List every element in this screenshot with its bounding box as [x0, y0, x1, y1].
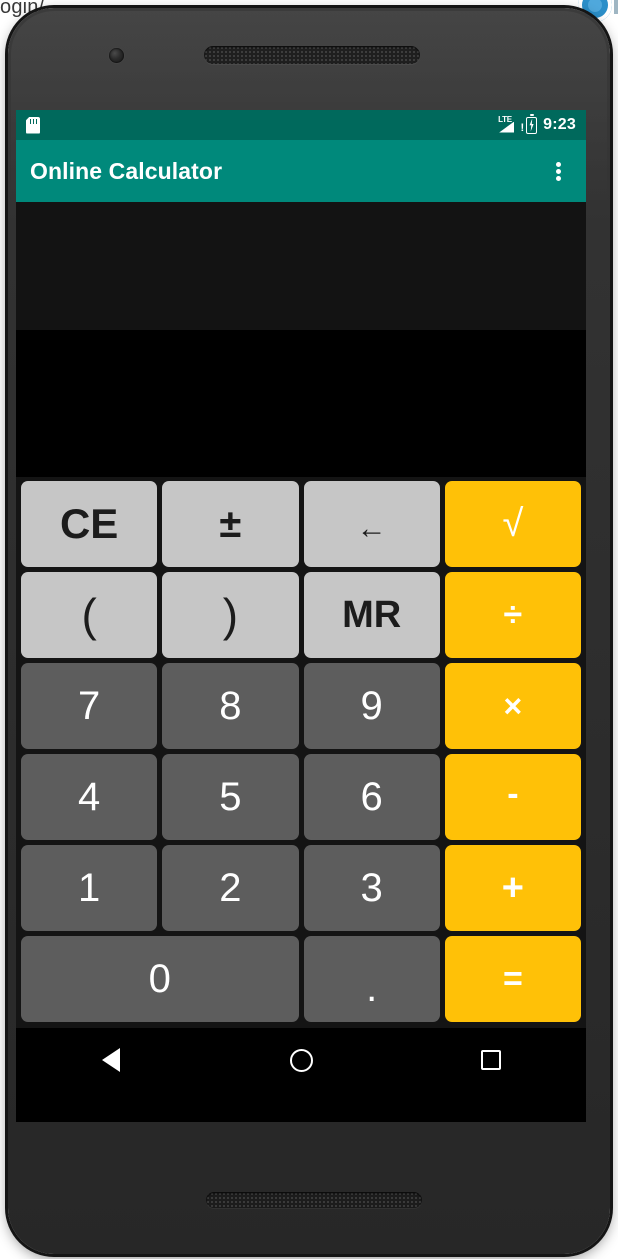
key-open-paren[interactable]: (: [21, 572, 158, 658]
key-8[interactable]: 8: [162, 663, 299, 749]
status-bar-right: LTE ! 9:23: [498, 113, 576, 134]
overflow-dot: [556, 176, 561, 181]
key-multiply[interactable]: ×: [444, 663, 581, 749]
nav-recents-icon[interactable]: [456, 1037, 526, 1083]
bottom-speaker-grille: [206, 1192, 422, 1208]
overflow-dot: [556, 169, 561, 174]
key-decimal-point[interactable]: .: [303, 936, 440, 1022]
key-add[interactable]: +: [444, 845, 581, 931]
calculator-keypad: CE ± ← √ () MR ÷ 7 8 9 × 4 5 6- 1 2 3 +0. =: [16, 477, 586, 1028]
signal-warning-glyph: !: [520, 121, 525, 134]
status-bar-clock: 9:23: [543, 116, 576, 133]
battery-charging-icon: [526, 113, 538, 134]
key-subtract[interactable]: -: [444, 754, 581, 840]
key-divide[interactable]: ÷: [444, 572, 581, 658]
phone-screen: LTE ! 9:23 Online Calculator CE ± ← √ (…: [16, 110, 586, 1122]
key-6[interactable]: 6: [303, 754, 440, 840]
overflow-dot: [556, 162, 561, 167]
signal-label: LTE: [498, 114, 512, 124]
background-edge-marker: [614, 0, 618, 14]
key-plus-minus[interactable]: ±: [162, 481, 299, 567]
key-2[interactable]: 2: [162, 845, 299, 931]
key-9[interactable]: 9: [303, 663, 440, 749]
battery-bolt-glyph: [529, 118, 534, 132]
earpiece-speaker-grille: [204, 46, 420, 64]
key-3[interactable]: 3: [303, 845, 440, 931]
android-nav-bar: [16, 1028, 586, 1092]
lte-signal-warning-icon: LTE !: [498, 114, 524, 134]
key-equals[interactable]: =: [444, 936, 581, 1022]
key-7[interactable]: 7: [21, 663, 158, 749]
screenshot-root: ogin/ LTE ! 9:23 Online Calculator CE ± …: [0, 0, 618, 1259]
expression-display: [16, 202, 586, 330]
key-backspace[interactable]: ←: [303, 481, 440, 567]
key-0[interactable]: 0: [21, 936, 299, 1022]
overflow-menu-icon[interactable]: [546, 156, 572, 186]
status-bar-left: [26, 117, 40, 134]
key-memory-recall[interactable]: MR: [303, 572, 440, 658]
result-display: [16, 330, 586, 477]
sd-card-icon: [26, 117, 40, 134]
page-title: Online Calculator: [30, 157, 223, 184]
key-4[interactable]: 4: [21, 754, 158, 840]
key-5[interactable]: 5: [162, 754, 299, 840]
nav-back-icon[interactable]: [76, 1037, 146, 1083]
key-1[interactable]: 1: [21, 845, 158, 931]
app-bar: Online Calculator: [16, 140, 586, 202]
key-close-paren[interactable]: ): [162, 572, 299, 658]
key-clear-entry[interactable]: CE: [21, 481, 158, 567]
key-square-root[interactable]: √: [444, 481, 581, 567]
status-bar: LTE ! 9:23: [16, 110, 586, 140]
calculator-display: [16, 202, 586, 477]
nav-home-icon[interactable]: [266, 1037, 336, 1083]
front-camera-icon: [109, 48, 124, 63]
